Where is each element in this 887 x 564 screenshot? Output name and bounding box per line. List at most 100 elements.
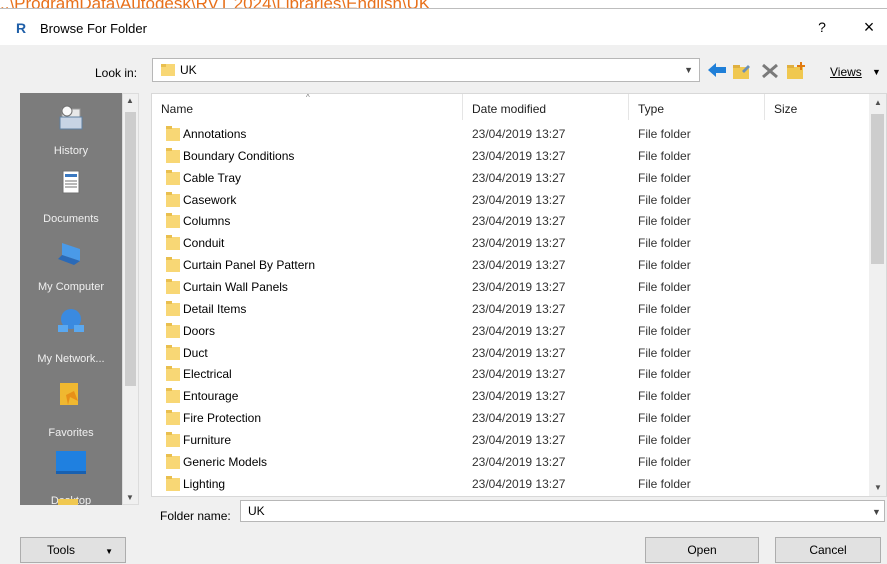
file-name: Lighting bbox=[183, 476, 226, 491]
folder-icon bbox=[166, 344, 180, 360]
my-computer-icon bbox=[58, 243, 80, 265]
file-type: File folder bbox=[638, 345, 691, 360]
open-button[interactable]: Open bbox=[645, 537, 759, 563]
file-date: 23/04/2019 13:27 bbox=[472, 301, 566, 316]
back-arrow-icon[interactable] bbox=[706, 61, 728, 81]
revit-app-icon: R bbox=[16, 20, 27, 36]
file-type: File folder bbox=[638, 170, 691, 185]
views-chevron-down-icon[interactable]: ▼ bbox=[872, 67, 881, 77]
folder-icon bbox=[166, 475, 180, 491]
places-scrollbar[interactable]: ▲ ▼ bbox=[122, 93, 139, 505]
column-divider[interactable] bbox=[764, 94, 765, 120]
column-divider[interactable] bbox=[462, 94, 463, 120]
favorites-icon bbox=[60, 383, 78, 405]
close-button[interactable]: × bbox=[860, 17, 878, 38]
column-divider[interactable] bbox=[628, 94, 629, 120]
file-date: 23/04/2019 13:27 bbox=[472, 127, 566, 141]
places-scroll-thumb[interactable] bbox=[125, 112, 136, 386]
file-date: 23/04/2019 13:27 bbox=[472, 389, 566, 404]
scroll-down-icon[interactable]: ▼ bbox=[874, 483, 882, 492]
column-header-type[interactable]: Type bbox=[638, 102, 664, 116]
up-folder-icon[interactable] bbox=[732, 61, 754, 81]
file-date: 23/04/2019 13:27 bbox=[472, 345, 566, 360]
folder-icon bbox=[166, 300, 180, 316]
list-item[interactable]: Conduit 23/04/2019 13:27 File folder bbox=[152, 232, 870, 254]
list-item[interactable]: Cable Tray 23/04/2019 13:27 File folder bbox=[152, 167, 870, 189]
file-date: 23/04/2019 13:27 bbox=[472, 258, 566, 273]
desktop-icon bbox=[56, 451, 86, 474]
history-icon bbox=[59, 105, 83, 130]
folder-icon bbox=[166, 388, 180, 404]
list-item[interactable]: Fire Protection 23/04/2019 13:27 File fold… bbox=[152, 407, 870, 429]
folder-icon bbox=[166, 191, 180, 207]
look-in-label: Look in: bbox=[95, 66, 138, 80]
sort-ascending-icon: ^ bbox=[306, 93, 310, 102]
file-name: Curtain Wall Panels bbox=[183, 279, 288, 294]
file-list-scroll-thumb[interactable] bbox=[871, 114, 884, 264]
new-folder-icon[interactable] bbox=[786, 61, 808, 81]
cancel-button[interactable]: Cancel bbox=[775, 537, 881, 563]
folder-name-chevron-down-icon[interactable]: ▼ bbox=[872, 507, 881, 517]
chevron-down-icon[interactable]: ▼ bbox=[684, 65, 693, 75]
scroll-up-icon[interactable]: ▲ bbox=[126, 96, 134, 105]
place-favorites[interactable]: Favorites bbox=[20, 375, 122, 439]
file-date: 23/04/2019 13:27 bbox=[472, 367, 566, 382]
column-header-date[interactable]: Date modified bbox=[472, 102, 546, 116]
help-button[interactable]: ? bbox=[815, 19, 829, 35]
list-item[interactable]: Curtain Wall Panels 23/04/2019 13:27 File … bbox=[152, 276, 870, 298]
list-item[interactable]: Casework 23/04/2019 13:27 File folder bbox=[152, 189, 870, 211]
folder-icon bbox=[166, 126, 180, 141]
list-item[interactable]: Doors 23/04/2019 13:27 File folder bbox=[152, 320, 870, 342]
file-name: Boundary Conditions bbox=[183, 148, 295, 163]
scroll-down-icon[interactable]: ▼ bbox=[126, 493, 134, 502]
places-bar: History Documents My Computer My Network… bbox=[20, 93, 122, 505]
file-name: Casework bbox=[183, 192, 237, 207]
file-name: Fire Protection bbox=[183, 411, 262, 426]
file-date: 23/04/2019 13:27 bbox=[472, 214, 566, 229]
file-list-scrollbar[interactable]: ▲ ▼ bbox=[869, 94, 886, 496]
file-list: ^ Name Date modified Type Size Annotatio… bbox=[151, 93, 887, 497]
list-item[interactable]: Detail Items 23/04/2019 13:27 File folder bbox=[152, 298, 870, 320]
file-name: Entourage bbox=[183, 389, 239, 404]
file-name: Detail Items bbox=[183, 301, 247, 316]
place-history[interactable]: History bbox=[20, 99, 122, 163]
column-header-size[interactable]: Size bbox=[774, 102, 797, 116]
list-header: ^ Name Date modified Type Size bbox=[152, 93, 886, 120]
file-date: 23/04/2019 13:27 bbox=[472, 236, 566, 251]
delete-icon[interactable] bbox=[760, 61, 782, 81]
look-in-value: UK bbox=[180, 63, 197, 77]
file-type: File folder bbox=[638, 454, 691, 469]
list-item[interactable]: Entourage 23/04/2019 13:27 File folder bbox=[152, 385, 870, 407]
list-item[interactable]: Curtain Panel By Pattern 23/04/2019 13:27… bbox=[152, 254, 870, 276]
folder-name-input[interactable]: UK bbox=[240, 500, 885, 522]
file-name: Columns bbox=[183, 214, 231, 229]
file-type: File folder bbox=[638, 192, 691, 207]
tools-chevron-down-icon: ▼ bbox=[105, 547, 113, 556]
list-item[interactable]: Boundary Conditions 23/04/2019 13:27 File … bbox=[152, 145, 870, 167]
file-name: Conduit bbox=[183, 236, 225, 251]
file-type: File folder bbox=[638, 301, 691, 316]
list-item[interactable]: Furniture 23/04/2019 13:27 File folder bbox=[152, 429, 870, 451]
list-item[interactable]: Generic Models 23/04/2019 13:27 File folde… bbox=[152, 451, 870, 473]
file-date: 23/04/2019 13:27 bbox=[472, 432, 566, 447]
folder-icon bbox=[166, 322, 180, 338]
views-menu-button[interactable]: Views bbox=[830, 65, 862, 79]
folder-icon bbox=[161, 64, 175, 76]
place-documents[interactable]: Documents bbox=[20, 167, 122, 231]
list-item[interactable]: Annotations 23/04/2019 13:27 File folder bbox=[152, 123, 870, 145]
tools-button[interactable]: Tools ▼ bbox=[20, 537, 126, 563]
file-date: 23/04/2019 13:27 bbox=[472, 279, 566, 294]
folder-icon bbox=[166, 169, 180, 185]
place-my-network[interactable]: My Network... bbox=[20, 303, 122, 367]
list-item[interactable]: Lighting 23/04/2019 13:27 File folder bbox=[152, 473, 870, 495]
file-date: 23/04/2019 13:27 bbox=[472, 170, 566, 185]
scroll-up-icon[interactable]: ▲ bbox=[874, 98, 882, 107]
list-item[interactable]: Electrical 23/04/2019 13:27 File folder bbox=[152, 363, 870, 385]
list-item[interactable]: Duct 23/04/2019 13:27 File folder bbox=[152, 342, 870, 364]
file-type: File folder bbox=[638, 214, 691, 229]
look-in-dropdown[interactable]: UK ▼ bbox=[152, 58, 700, 82]
window-title: Browse For Folder bbox=[40, 21, 147, 36]
column-header-name[interactable]: Name bbox=[161, 102, 193, 116]
place-my-computer[interactable]: My Computer bbox=[20, 235, 122, 299]
list-item[interactable]: Columns 23/04/2019 13:27 File folder bbox=[152, 210, 870, 232]
